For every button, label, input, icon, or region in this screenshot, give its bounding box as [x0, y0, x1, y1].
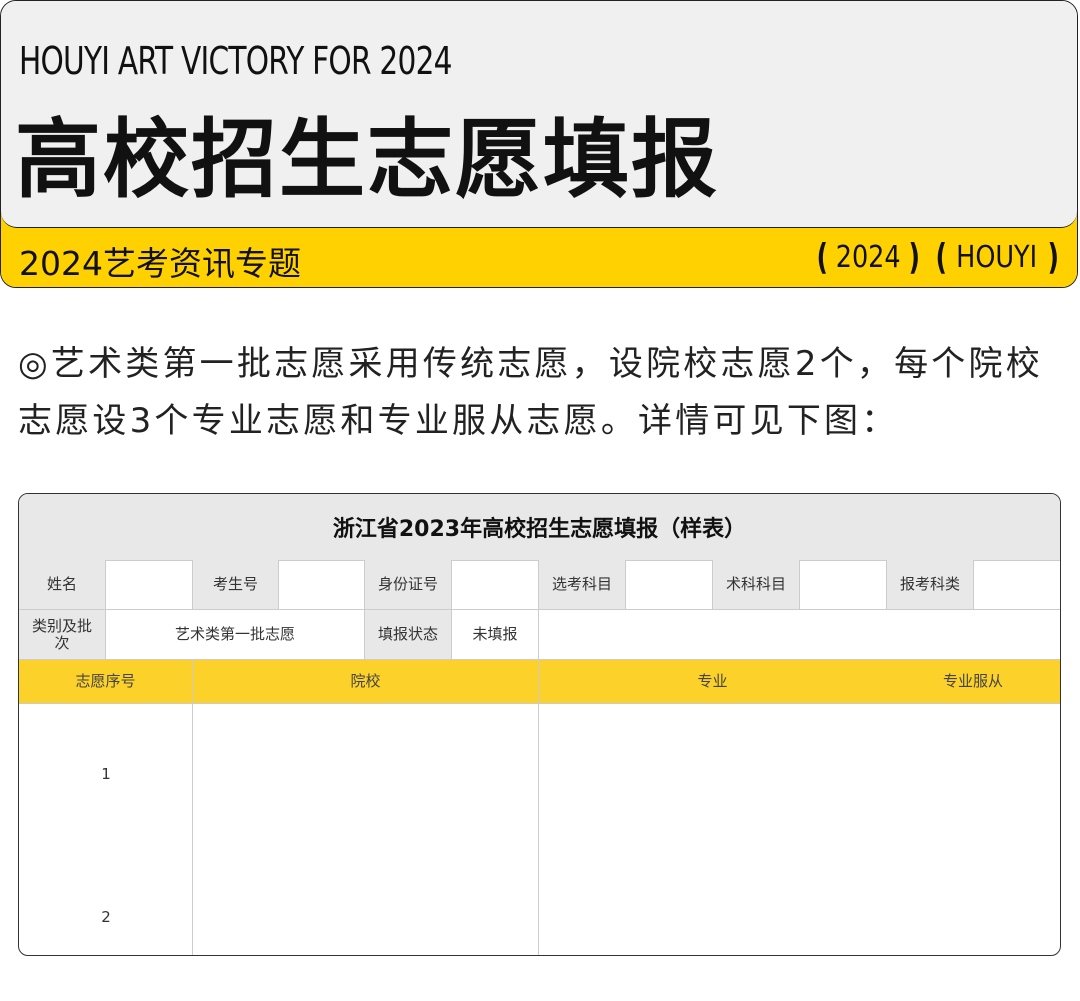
row-seq-2: 2: [101, 907, 111, 926]
subject-label: 选考科目: [539, 560, 626, 610]
laurel-right-icon: ): [908, 237, 921, 278]
laurel-left-icon: (: [815, 237, 828, 278]
badge-year: ( 2024 ): [814, 237, 923, 278]
col-header-school: 院校: [193, 660, 539, 704]
col-header-major: 专业: [539, 660, 886, 704]
laurel-right-icon: ): [1047, 237, 1059, 278]
badge-brand: ( HOUYI ): [933, 237, 1061, 278]
batch-label: 类别及批次: [19, 610, 106, 660]
col-header-seq: 志愿序号: [19, 660, 193, 704]
name-input[interactable]: [106, 560, 193, 610]
id-input[interactable]: [452, 560, 539, 610]
category-label: 报考科类: [887, 560, 974, 610]
banner-badges: ( 2024 ) ( HOUYI ): [814, 237, 1061, 278]
school-input-area[interactable]: [193, 704, 539, 955]
batch-value: 艺术类第一批志愿: [106, 610, 365, 660]
badge-brand-text: HOUYI: [956, 240, 1038, 275]
col-header-obey: 专业服从: [886, 660, 1060, 704]
subject-input[interactable]: [626, 560, 713, 610]
banner-topic: 2024艺考资讯专题: [19, 244, 301, 283]
major-input-area[interactable]: [539, 704, 1060, 955]
laurel-left-icon: (: [935, 237, 947, 278]
exam-no-label: 考生号: [193, 560, 279, 610]
name-label: 姓名: [19, 560, 106, 610]
banner-title-panel: HOUYI ART VICTORY FOR 2024 高校招生志愿填报: [1, 1, 1077, 228]
badge-year-text: 2024: [835, 240, 901, 275]
id-label: 身份证号: [365, 560, 452, 610]
banner-subtitle-en: HOUYI ART VICTORY FOR 2024: [19, 39, 453, 83]
category-input[interactable]: [974, 560, 1060, 610]
application-form-sample: 浙江省2023年高校招生志愿填报（样表） 姓名 考生号 身份证号 选考科目 术科…: [18, 493, 1061, 956]
row-seq-1: 1: [101, 764, 111, 783]
status-label: 填报状态: [365, 610, 452, 660]
intro-paragraph: ◎艺术类第一批志愿采用传统志愿，设院校志愿2个，每个院校志愿设3个专业志愿和专业…: [18, 344, 1043, 441]
exam-no-input[interactable]: [279, 560, 365, 610]
banner-title: 高校招生志愿填报: [15, 110, 719, 210]
row2-blank: [539, 610, 1060, 660]
art-subject-label: 术科科目: [713, 560, 800, 610]
art-subject-input[interactable]: [800, 560, 887, 610]
form-title: 浙江省2023年高校招生志愿填报（样表）: [19, 494, 1060, 561]
status-value: 未填报: [452, 610, 539, 660]
header-banner: HOUYI ART VICTORY FOR 2024 高校招生志愿填报 2024…: [0, 0, 1078, 288]
